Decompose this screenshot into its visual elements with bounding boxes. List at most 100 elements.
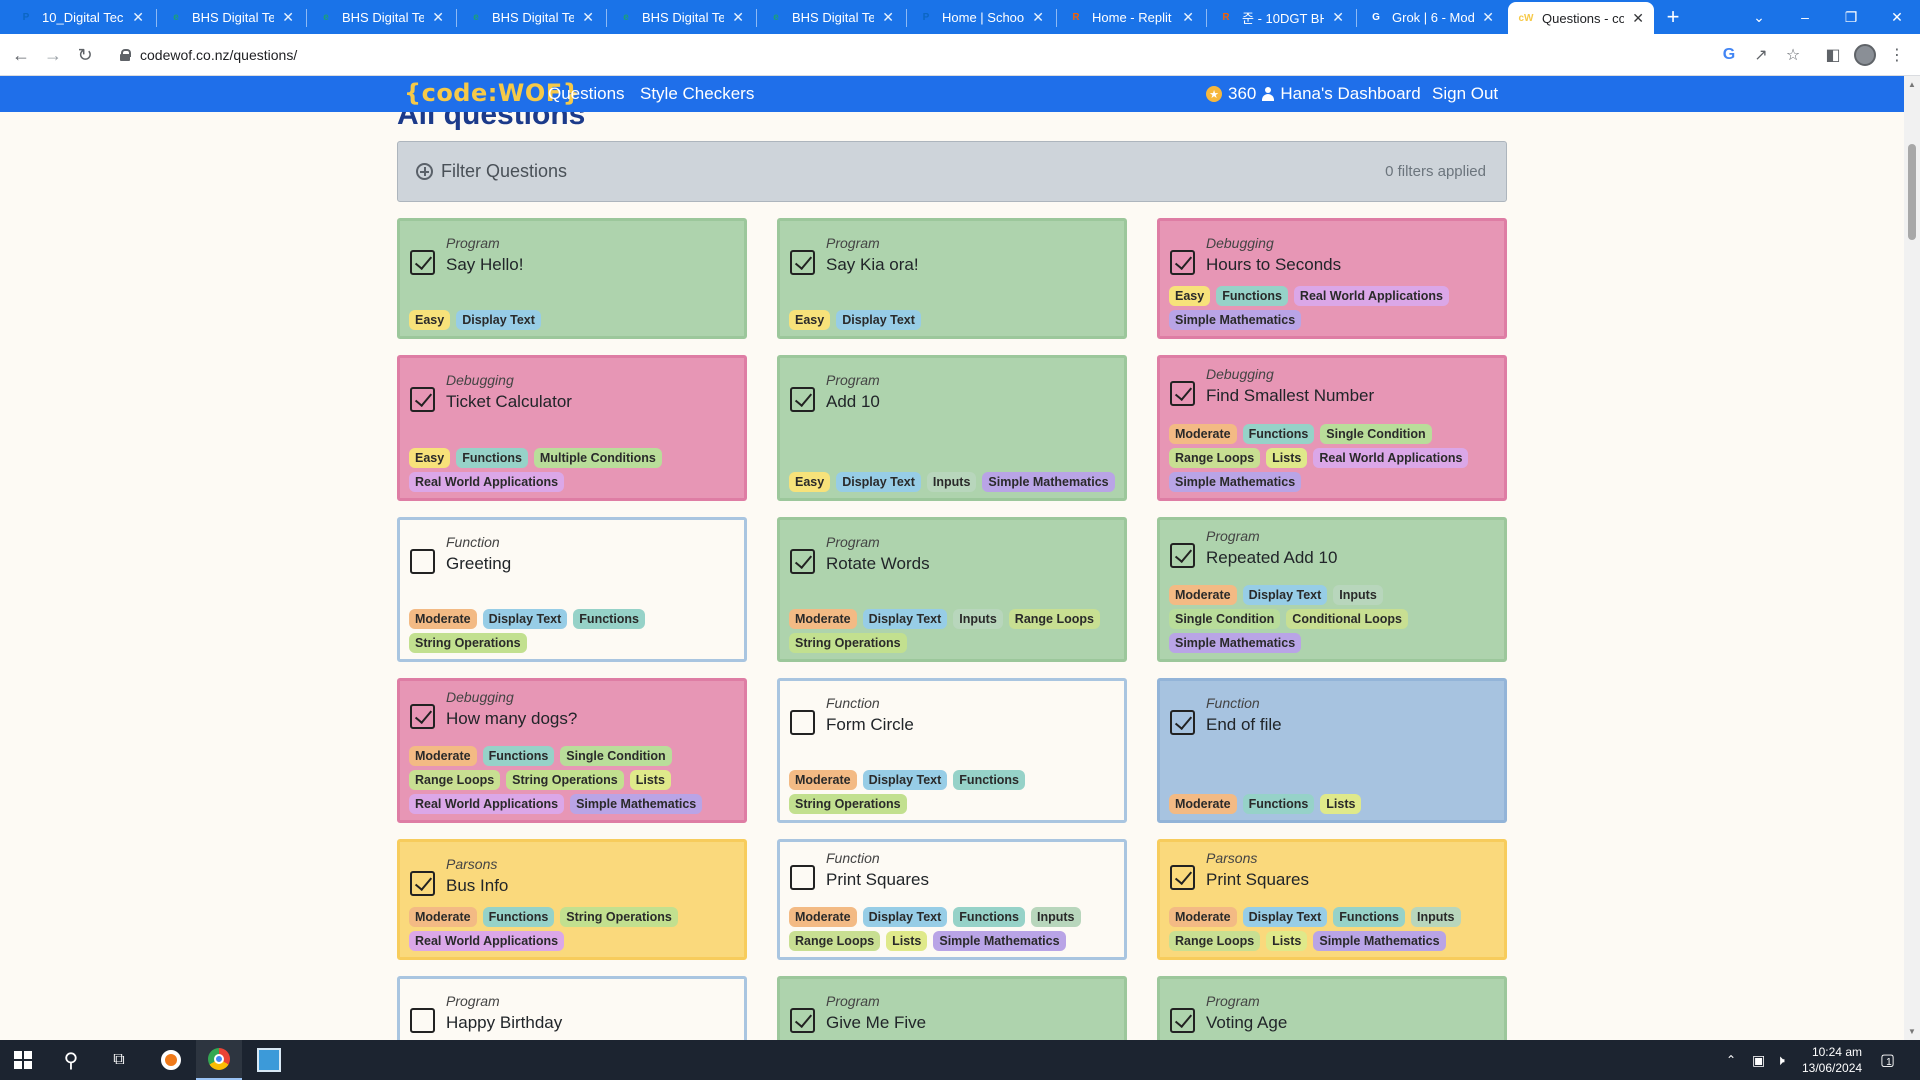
question-card[interactable]: Debugging How many dogs? Moderate Functions…: [397, 678, 747, 823]
question-card[interactable]: Program Voting Age: [1157, 976, 1507, 1040]
tab-title: BHS Digital Tec: [342, 9, 425, 25]
reload-icon[interactable]: ↻: [72, 42, 98, 68]
menu-kebab-icon[interactable]: ⋮: [1884, 42, 1910, 68]
blender-app-icon[interactable]: [148, 1040, 194, 1080]
tag-display: Display Text: [482, 609, 568, 629]
forward-icon[interactable]: →: [40, 42, 66, 68]
volume-icon[interactable]: 🕨: [1776, 1040, 1785, 1080]
tag-list: Moderate Display Text Functions Inputs Range…: [789, 907, 1119, 951]
sign-out-link[interactable]: Sign Out: [1432, 84, 1498, 104]
tag-range: Range Loops: [1008, 609, 1100, 629]
close-tab-icon[interactable]: ✕: [132, 9, 144, 26]
tag-moderate: Moderate: [409, 609, 477, 629]
question-card[interactable]: Function Print Squares Moderate Display Tex…: [777, 839, 1127, 960]
browser-tab[interactable]: e BHS Digital Tec ✕: [308, 2, 454, 32]
side-panel-icon[interactable]: ◧: [1820, 42, 1846, 68]
dashboard-link[interactable]: Hana's Dashboard: [1280, 84, 1420, 104]
nav-questions-link[interactable]: Questions: [548, 84, 625, 104]
start-button[interactable]: [0, 1040, 46, 1080]
tag-single: Single Condition: [1169, 609, 1281, 629]
network-icon[interactable]: ▣: [1752, 1040, 1765, 1080]
completed-checkbox: [1170, 250, 1195, 275]
browser-tab[interactable]: R Home - Replit ✕: [1058, 2, 1204, 32]
browser-tab[interactable]: P 10_Digital Techn ✕: [8, 2, 154, 32]
scroll-up-icon[interactable]: ▲: [1908, 80, 1916, 89]
question-card[interactable]: Debugging Ticket Calculator Easy Functions M…: [397, 355, 747, 501]
browser-tab[interactable]: cW Questions - cod ✕: [1508, 2, 1654, 34]
browser-tab[interactable]: R 준 - 10DGT BHS ✕: [1208, 2, 1354, 32]
tag-lists: Lists: [629, 770, 671, 790]
address-bar[interactable]: codewof.co.nz/questions/: [108, 39, 1738, 71]
browser-tab[interactable]: P Home | Schoolo ✕: [908, 2, 1054, 32]
question-card[interactable]: Program Happy Birthday: [397, 976, 747, 1040]
question-card[interactable]: Parsons Print Squares Moderate Display Text…: [1157, 839, 1507, 960]
question-type: Function: [826, 850, 880, 866]
profile-avatar[interactable]: [1854, 44, 1876, 66]
question-title: Repeated Add 10: [1206, 548, 1338, 567]
browser-tab[interactable]: e BHS Digital Tec ✕: [758, 2, 904, 32]
filter-count: 0 filters applied: [1385, 163, 1486, 180]
question-title: Rotate Words: [826, 554, 930, 573]
search-icon[interactable]: ⚲: [48, 1040, 94, 1080]
tag-easy: Easy: [789, 310, 831, 330]
back-icon[interactable]: ←: [8, 42, 34, 68]
new-tab-icon[interactable]: +: [1660, 4, 1686, 30]
chrome-app-icon[interactable]: [196, 1040, 242, 1080]
question-card[interactable]: Function Form Circle Moderate Display Text F…: [777, 678, 1127, 823]
notifications-icon[interactable]: ▢ 1: [1880, 1040, 1895, 1080]
bookmark-star-icon[interactable]: ☆: [1780, 42, 1806, 68]
question-title: Say Hello!: [446, 255, 524, 274]
question-card[interactable]: Program Rotate Words Moderate Display Text I…: [777, 517, 1127, 662]
close-tab-icon[interactable]: ✕: [732, 9, 744, 26]
browser-tab[interactable]: G Grok | 6 - Modu ✕: [1358, 2, 1504, 32]
browser-tab[interactable]: e BHS Digital Tec ✕: [608, 2, 754, 32]
browser-tab[interactable]: e BHS Digital Tec ✕: [458, 2, 604, 32]
close-tab-icon[interactable]: ✕: [582, 9, 594, 26]
nav-style-checkers-link[interactable]: Style Checkers: [640, 84, 754, 104]
system-clock[interactable]: 10:24 am 13/06/2024: [1802, 1044, 1862, 1076]
task-view-icon[interactable]: ⧉: [96, 1040, 142, 1080]
close-tab-icon[interactable]: ✕: [1332, 9, 1344, 26]
question-type: Program: [446, 993, 500, 1009]
close-tab-icon[interactable]: ✕: [1482, 9, 1494, 26]
minimize-icon[interactable]: –: [1782, 0, 1828, 34]
question-card[interactable]: Program Say Kia ora! Easy Display Text: [777, 218, 1127, 339]
page-scrollbar[interactable]: ▲ ▼: [1904, 76, 1920, 1040]
scroll-down-icon[interactable]: ▼: [1908, 1027, 1916, 1036]
close-tab-icon[interactable]: ✕: [1632, 10, 1644, 27]
share-icon[interactable]: ↗: [1748, 42, 1774, 68]
question-title: Hours to Seconds: [1206, 255, 1342, 274]
tag-list: Moderate Functions Lists: [1169, 794, 1499, 814]
completed-checkbox: [410, 250, 435, 275]
close-tab-icon[interactable]: ✕: [432, 9, 444, 26]
completed-checkbox: [1170, 710, 1195, 735]
question-title: Happy Birthday: [446, 1013, 563, 1032]
filter-questions-panel[interactable]: Filter Questions 0 filters applied: [397, 141, 1507, 202]
remote-desktop-app-icon[interactable]: [246, 1040, 292, 1080]
close-window-icon[interactable]: ✕: [1874, 0, 1920, 34]
tag-lists: Lists: [886, 931, 928, 951]
close-tab-icon[interactable]: ✕: [882, 9, 894, 26]
browser-tab[interactable]: e BHS Digital Tec ✕: [158, 2, 304, 32]
question-card[interactable]: Function End of file Moderate Functions List…: [1157, 678, 1507, 823]
tag-easy: Easy: [1169, 286, 1211, 306]
close-tab-icon[interactable]: ✕: [1032, 9, 1044, 26]
tab-search-icon[interactable]: ⌄: [1736, 0, 1782, 34]
question-card[interactable]: Program Give Me Five: [777, 976, 1127, 1040]
question-card[interactable]: Program Add 10 Easy Display Text Inputs Simpl…: [777, 355, 1127, 501]
question-card[interactable]: Debugging Find Smallest Number Moderate Fun…: [1157, 355, 1507, 501]
question-card[interactable]: Debugging Hours to Seconds Easy Functions Re…: [1157, 218, 1507, 339]
completed-checkbox: [410, 704, 435, 729]
question-card[interactable]: Program Repeated Add 10 Moderate Display Te…: [1157, 517, 1507, 662]
question-title: Greeting: [446, 554, 512, 573]
restore-icon[interactable]: ❐: [1828, 0, 1874, 34]
close-tab-icon[interactable]: ✕: [1182, 9, 1194, 26]
question-card[interactable]: Function Greeting Moderate Display Text Func…: [397, 517, 747, 662]
question-card[interactable]: Program Say Hello! Easy Display Text: [397, 218, 747, 339]
tag-display: Display Text: [862, 609, 948, 629]
question-card[interactable]: Parsons Bus Info Moderate Functions String O…: [397, 839, 747, 960]
scroll-thumb[interactable]: [1908, 144, 1916, 240]
close-tab-icon[interactable]: ✕: [282, 9, 294, 26]
google-lens-icon[interactable]: G: [1716, 42, 1742, 68]
chevron-up-icon[interactable]: ⌃: [1726, 1040, 1736, 1080]
